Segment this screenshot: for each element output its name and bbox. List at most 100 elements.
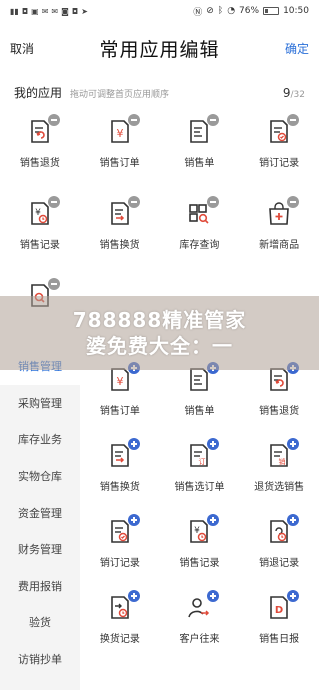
my-app-label: 销售换货 <box>99 240 140 251</box>
page-title: 常用应用编辑 <box>99 38 220 61</box>
sidebar-category-item[interactable]: 销售管理 <box>0 348 80 385</box>
my-apps-header: 我的应用 拖动可调整首页应用顺序 9/32 <box>14 84 305 101</box>
add-app-icon[interactable] <box>127 362 140 374</box>
nav-bar: 取消 常用应用编辑 确定 <box>0 30 319 66</box>
remove-app-icon[interactable] <box>207 196 220 208</box>
category-app-label: 销售换货 <box>99 482 140 493</box>
category-app-item[interactable]: 销退货选销售 <box>239 438 319 502</box>
remove-app-icon[interactable] <box>127 114 140 126</box>
my-app-label: 销订记录 <box>259 158 300 169</box>
category-apps-grid: ¥ 销售订单销售单 销售退货销售换货 订销售选订单销退货选销售销订记录 ¥ 销售记录销退记… <box>80 362 319 654</box>
box-search-icon <box>185 196 220 228</box>
category-app-item[interactable]: 销售换货 <box>80 438 160 502</box>
category-app-label: 销退记录 <box>259 558 300 569</box>
category-app-item[interactable]: D 销售日报 <box>239 590 319 654</box>
svg-text:订: 订 <box>199 457 206 466</box>
my-apps-hint: 拖动可调整首页应用顺序 <box>70 90 170 100</box>
sidebar-category-item[interactable]: 实物仓库 <box>0 458 80 495</box>
my-app-label: 销售单 <box>184 158 215 169</box>
category-app-item[interactable]: 销订记录 <box>80 514 160 578</box>
my-app-item[interactable]: 销售退货 <box>0 114 80 180</box>
sidebar-category-item[interactable]: 资金管理 <box>0 494 80 531</box>
my-app-item[interactable]: ¥ 销售订单 <box>80 114 160 180</box>
battery-icon <box>263 7 280 15</box>
my-app-label: 新增商品 <box>259 240 300 251</box>
add-app-icon[interactable] <box>287 590 300 602</box>
bag-icon: ◘ <box>71 6 79 16</box>
my-app-item[interactable]: 新增商品 <box>239 196 319 262</box>
remove-app-icon[interactable] <box>207 114 220 126</box>
mail-icon: ✉ <box>41 6 49 16</box>
add-app-icon[interactable] <box>127 590 140 602</box>
category-app-label: 销售日报 <box>259 634 300 645</box>
doc-lines-icon <box>185 114 220 146</box>
my-app-item[interactable]: 销售换货 <box>80 196 160 262</box>
my-app-item[interactable]: 销售单 <box>160 114 240 180</box>
my-apps-count-total: /32 <box>290 90 305 100</box>
add-app-icon[interactable] <box>287 362 300 374</box>
remove-app-icon[interactable] <box>47 114 60 126</box>
category-sidebar: 销售管理 采购管理 库存业务 实物仓库 资金管理 财务管理 费用报销 验货 访销抄单 <box>0 348 80 690</box>
category-app-label: 销售单 <box>184 406 215 417</box>
my-app-label: 销售订单 <box>99 158 140 169</box>
doc-order-icon: 订 <box>185 438 220 470</box>
bag-plus-icon <box>265 196 300 228</box>
nfc-icon: Ⓝ <box>193 7 203 18</box>
cancel-button[interactable]: 取消 <box>10 40 34 57</box>
my-app-label: 销售退货 <box>19 158 60 169</box>
remove-app-icon[interactable] <box>47 278 60 290</box>
category-app-item[interactable]: 销退记录 <box>239 514 319 578</box>
category-app-item[interactable]: 订销售选订单 <box>160 438 240 502</box>
add-app-icon[interactable] <box>207 590 220 602</box>
status-left-icons: ▮▮ ◘ ▣ ✉ ✉ ◙ ◘ ➤ <box>10 7 88 16</box>
remove-app-icon[interactable] <box>47 196 60 208</box>
message-icon: ◙ <box>61 6 69 16</box>
category-app-item[interactable]: 换货记录 <box>80 590 160 654</box>
my-apps-title: 我的应用 <box>14 86 63 100</box>
category-app-item[interactable]: ¥ 销售记录 <box>160 514 240 578</box>
sidebar-category-item[interactable]: 访销抄单 <box>0 641 80 678</box>
category-app-item[interactable]: 销售退货 <box>239 362 319 426</box>
doc-return-icon <box>26 114 60 146</box>
status-right: Ⓝ ⊘ ᛒ ◔ 76% 10:50 <box>193 5 309 18</box>
category-app-label: 换货记录 <box>99 634 140 645</box>
sidebar-category-item[interactable]: 库存业务 <box>0 421 80 458</box>
add-app-icon[interactable] <box>207 438 220 450</box>
sidebar-category-item[interactable]: 验货 <box>0 604 80 641</box>
category-app-label: 销售记录 <box>179 558 220 569</box>
add-app-icon[interactable] <box>287 514 300 526</box>
add-app-icon[interactable] <box>207 362 220 374</box>
add-app-icon[interactable] <box>127 438 140 450</box>
confirm-button[interactable]: 确定 <box>285 40 309 57</box>
doc-lines-icon <box>185 362 220 394</box>
remove-app-icon[interactable] <box>287 114 300 126</box>
doc-d-icon: D <box>265 590 300 622</box>
doc-exchange-clock-icon <box>106 590 140 622</box>
category-app-label: 客户往来 <box>179 634 220 645</box>
navigation-icon: ➤ <box>81 6 88 16</box>
category-app-item[interactable]: 销售单 <box>160 362 240 426</box>
sidebar-category-item[interactable]: 费用报销 <box>0 568 80 605</box>
add-app-icon[interactable] <box>287 438 300 450</box>
bag-icon: ◘ <box>21 6 29 16</box>
doc-check-icon <box>106 514 140 546</box>
my-app-item[interactable]: ¥ 销售记录 <box>0 196 80 262</box>
category-app-item[interactable]: 客户往来 <box>160 590 240 654</box>
my-app-item[interactable] <box>0 278 80 344</box>
category-app-label: 退货选销售 <box>254 482 305 493</box>
doc-sale-icon: 销 <box>265 438 300 470</box>
my-app-item[interactable]: 销订记录 <box>239 114 319 180</box>
add-app-icon[interactable] <box>207 514 220 526</box>
sidebar-category-item[interactable]: 采购管理 <box>0 385 80 422</box>
svg-text:D: D <box>275 605 283 616</box>
my-app-item[interactable]: 库存查询 <box>160 196 240 262</box>
sidebar-category-item[interactable]: 财务管理 <box>0 531 80 568</box>
doc-return-icon <box>265 362 300 394</box>
remove-app-icon[interactable] <box>127 196 140 208</box>
doc-yen-icon: ¥ <box>106 114 140 146</box>
add-app-icon[interactable] <box>127 514 140 526</box>
remove-app-icon[interactable] <box>287 196 300 208</box>
mail-icon: ✉ <box>51 6 59 16</box>
category-app-item[interactable]: ¥ 销售订单 <box>80 362 160 426</box>
doc-check-icon <box>265 114 300 146</box>
